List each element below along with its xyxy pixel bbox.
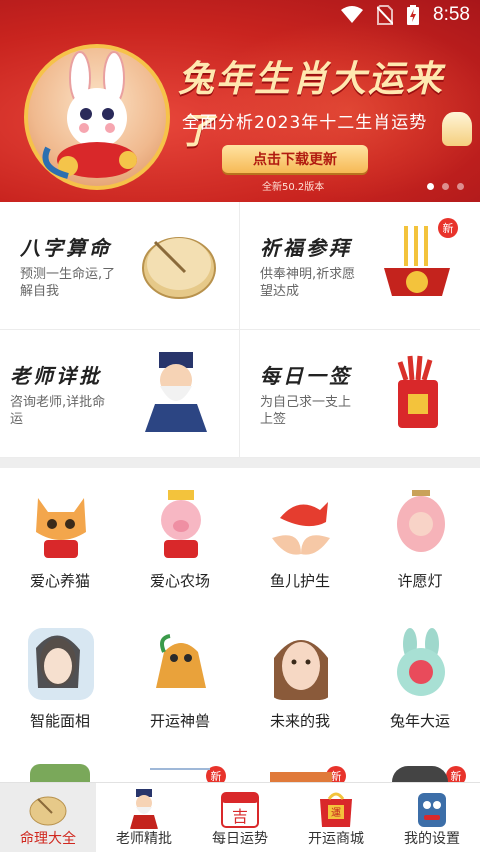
tab-label: 我的设置 (404, 831, 460, 847)
app-label: 爱心农场 (149, 572, 210, 590)
new-badge: 新 (446, 766, 466, 782)
app-icon-partial[interactable] (150, 768, 210, 782)
tab-label: 老师精批 (116, 831, 172, 847)
old-master-icon (130, 789, 158, 829)
app-icon-partial[interactable] (392, 766, 448, 782)
app-lantern[interactable]: 许愿灯 (360, 468, 480, 608)
feature-card-master[interactable]: 老师详批 咨询老师,详批命运 (0, 330, 240, 458)
svg-text:運: 運 (331, 807, 341, 819)
app-fish[interactable]: 鱼儿护生 (240, 468, 360, 608)
app-farm[interactable]: 爱心农场 (120, 468, 240, 608)
banner-subtitle: 全面分析2023年十二生肖运势 (182, 113, 428, 133)
carousel-dot[interactable] (442, 183, 449, 190)
tab-label: 每日运势 (212, 831, 268, 847)
feature-card-bazi[interactable]: 八字算命 预测一生命运,了解自我 (0, 202, 240, 330)
app-rabbit-year[interactable]: 新 兔年大运 (360, 608, 480, 782)
status-time: 8:58 (433, 4, 470, 25)
tab-label: 开运商城 (308, 831, 364, 847)
feature-desc: 咨询老师,详批命运 (10, 395, 106, 427)
tab-label: 命理大全 (20, 831, 76, 847)
koi-fish-icon (272, 502, 330, 555)
app-cat[interactable]: 爱心养猫 (0, 468, 120, 608)
robot-avatar-icon (418, 793, 446, 827)
wifi-icon (341, 6, 364, 23)
rabbit-icon (397, 628, 445, 696)
feature-desc: 供奉神明,祈求愿望达成 (260, 267, 356, 299)
tab-daily-fortune[interactable]: 吉 每日运势 (192, 783, 288, 852)
tab-master-reading[interactable]: 老师精批 (96, 783, 192, 852)
app-label: 开运神兽 (149, 712, 210, 730)
new-badge: 新 (438, 218, 458, 238)
app-label: 许愿灯 (397, 572, 443, 590)
status-bar: 8:58 (0, 0, 480, 32)
app-label: 兔年大运 (389, 712, 450, 730)
face-reading-icon (28, 628, 94, 700)
feature-grid: 八字算命 预测一生命运,了解自我 祈福参拜 供奉神明,祈求愿望达成 新 老师详批… (0, 202, 480, 458)
app-face-reading[interactable]: 智能面相 (0, 608, 120, 748)
app-label: 鱼儿护生 (269, 572, 330, 590)
tab-lucky-mall[interactable]: 運 开运商城 (288, 783, 384, 852)
download-update-button[interactable]: 点击下载更新 (222, 145, 368, 173)
carousel-indicator (427, 183, 464, 190)
app-grid: 爱心养猫 爱心农场 鱼儿护生 许愿灯 智能面相 新 开运神兽 新 未来的我 新 … (0, 468, 480, 782)
banner-title: 兔年生肖大运来了 (178, 58, 445, 152)
feature-desc: 为自己求一支上上签 (260, 395, 352, 427)
app-future-me[interactable]: 新 未来的我 (240, 608, 360, 782)
app-label: 智能面相 (29, 712, 90, 730)
feature-title: 祈福参拜 (260, 236, 352, 260)
lantern-icon (397, 490, 445, 552)
app-label: 爱心养猫 (29, 572, 90, 590)
bottom-tab-bar: 命理大全 老师精批 吉 每日运势 運 开运商城 我的设置 (0, 782, 480, 852)
pig-icon (161, 490, 201, 558)
sundial-icon (29, 796, 67, 826)
shopping-bag-icon: 運 (320, 792, 352, 827)
battery-charging-icon (407, 5, 420, 25)
no-sim-icon (377, 5, 394, 25)
carousel-dot[interactable] (457, 183, 464, 190)
feature-title: 每日一签 (260, 364, 352, 388)
feature-title: 老师详批 (10, 364, 102, 388)
fortune-sticks-icon (397, 355, 438, 428)
tab-fortune-encyclopedia[interactable]: 命理大全 (0, 783, 96, 852)
promo-banner[interactable]: 8:58 兔年生肖大运来了 全面分析2023年十二生肖运势 点击下载更新 全新5… (0, 0, 480, 202)
app-icon-partial[interactable] (30, 764, 90, 782)
calendar-ji-icon: 吉 (221, 792, 259, 828)
pixiu-icon (156, 634, 206, 688)
tab-my-settings[interactable]: 我的设置 (384, 783, 480, 852)
section-divider (0, 458, 480, 468)
app-beast[interactable]: 新 开运神兽 (120, 608, 240, 782)
feature-title: 八字算命 (20, 236, 112, 260)
banner-version: 全新50.2版本 (262, 182, 325, 193)
app-icon-partial[interactable] (270, 772, 332, 782)
rabbit-mascot-image (24, 44, 170, 190)
old-master-icon (145, 352, 207, 432)
carousel-dot[interactable] (427, 183, 434, 190)
feature-card-prayer[interactable]: 祈福参拜 供奉神明,祈求愿望达成 新 (240, 202, 480, 330)
future-face-icon (274, 640, 328, 700)
sundial-icon (142, 237, 216, 299)
sky-lantern-icon (442, 112, 472, 146)
svg-text:吉: 吉 (232, 807, 248, 826)
feature-card-daily-lot[interactable]: 每日一签 为自己求一支上上签 (240, 330, 480, 458)
feature-desc: 预测一生命运,了解自我 (20, 267, 116, 299)
app-label: 未来的我 (269, 712, 330, 730)
cat-icon (36, 498, 86, 558)
